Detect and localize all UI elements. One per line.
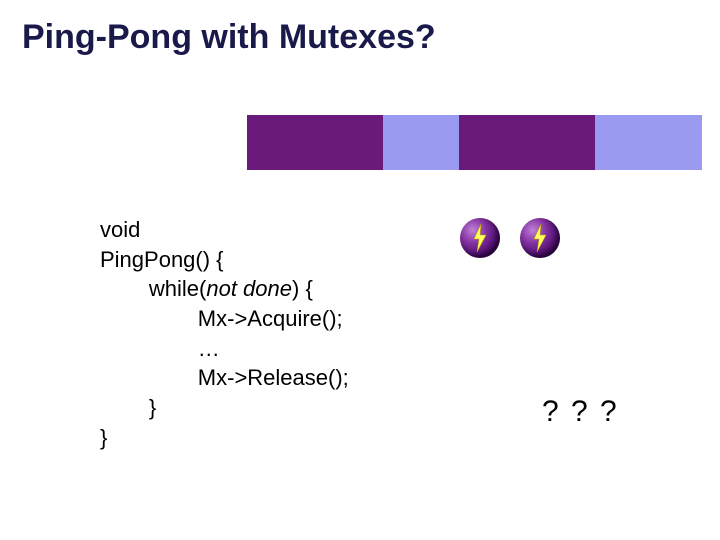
- code-line: ) {: [292, 276, 313, 301]
- code-line: PingPong() {: [100, 247, 224, 272]
- code-line: Mx->Acquire();: [100, 306, 343, 331]
- lightning-bolt-icon: [532, 224, 548, 252]
- code-line: }: [100, 425, 107, 450]
- critical-section-bar-2: [459, 115, 595, 170]
- thread-ball-2: [520, 218, 560, 258]
- code-line: Mx->Release();: [100, 365, 349, 390]
- code-condition: not done: [206, 276, 292, 301]
- code-line: …: [100, 336, 220, 361]
- code-line: }: [100, 395, 156, 420]
- question-marks: ? ? ?: [542, 395, 619, 429]
- code-line: void: [100, 217, 140, 242]
- lightning-bolt-icon: [472, 224, 488, 252]
- critical-section-bar-1: [247, 115, 383, 170]
- thread-ball-1: [460, 218, 500, 258]
- slide-title: Ping-Pong with Mutexes?: [22, 18, 436, 57]
- code-line: while(: [100, 276, 206, 301]
- code-block: void PingPong() { while(not done) { Mx->…: [100, 215, 349, 453]
- timeline-band: [247, 115, 702, 170]
